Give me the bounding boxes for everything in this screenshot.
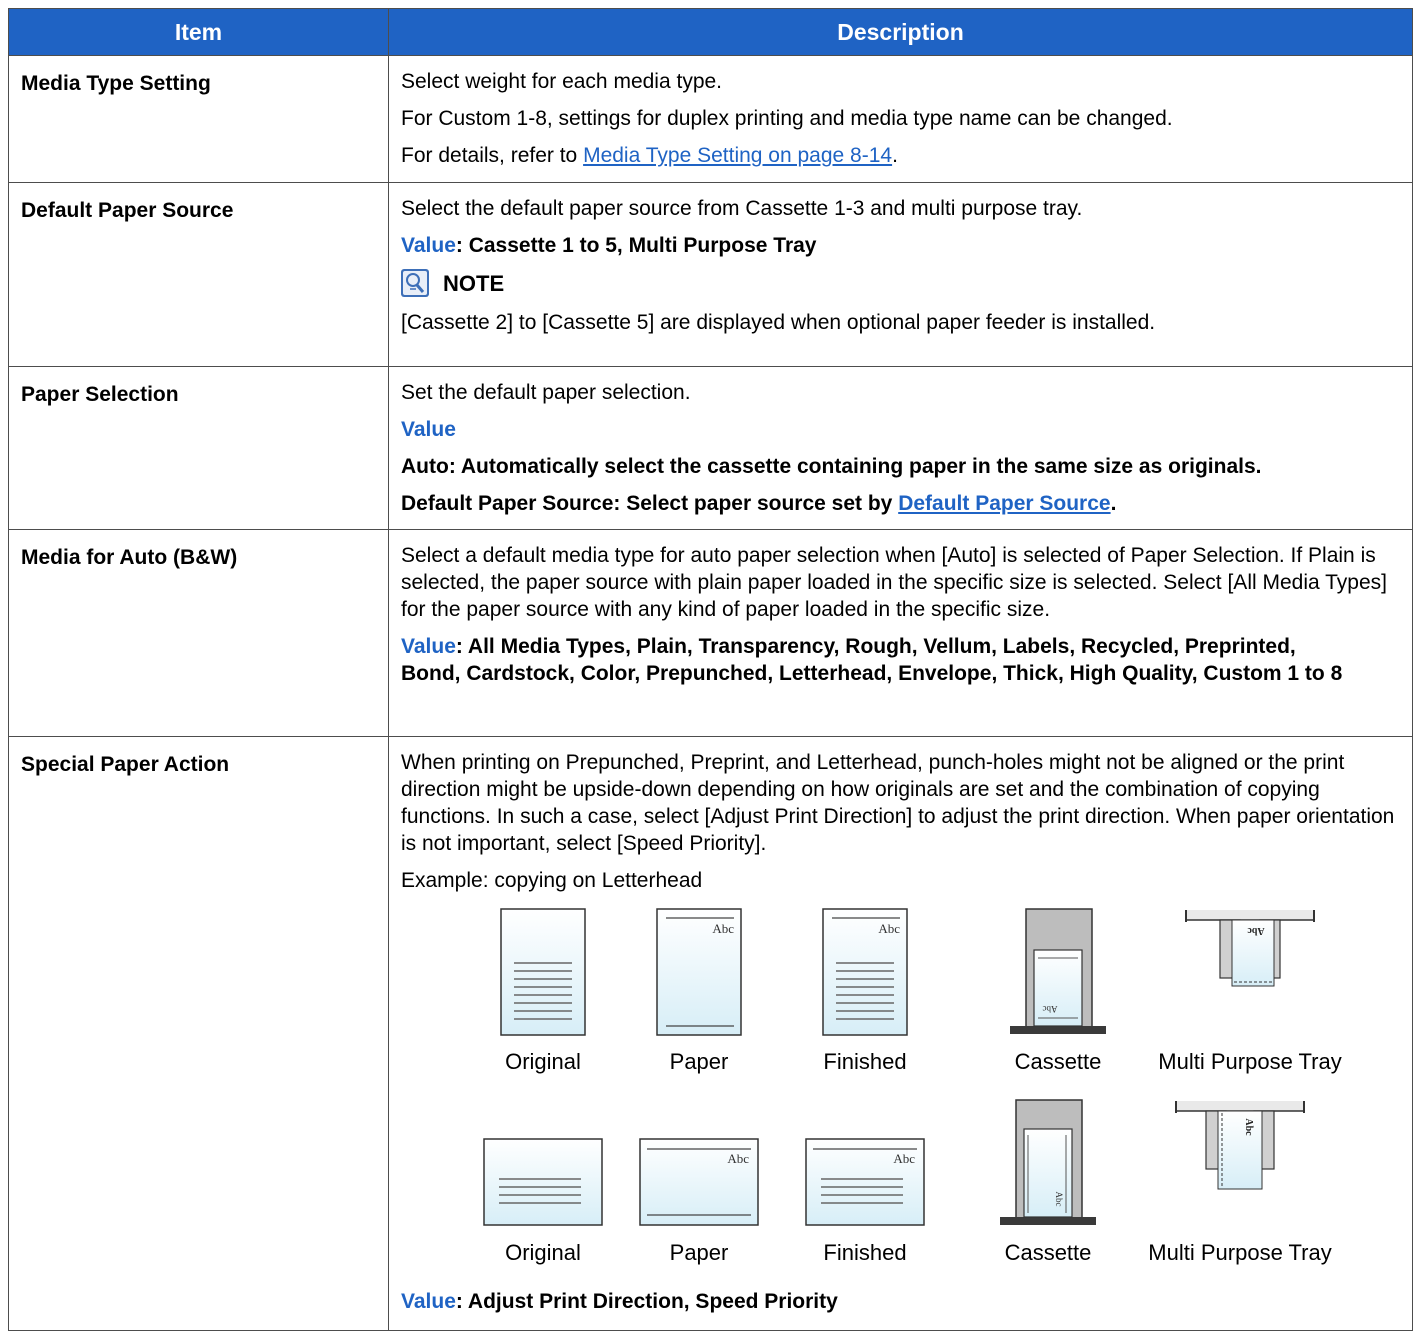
table-row: Media for Auto (B&W) Select a default me… (8, 529, 1413, 737)
figure-multi-purpose-tray: Abc Multi Purpose Tray (1145, 908, 1355, 1075)
figure-cassette: Abc Cassette (998, 1099, 1098, 1266)
value-default-source: Default Paper Source: Select paper sourc… (401, 490, 1406, 517)
figure-paper: Abc Paper (649, 908, 749, 1075)
mp-tray-portrait-illustration: Abc (1185, 910, 1315, 987)
figure-row-landscape: Original Abc Paper Abc Finished Abc Cass… (483, 1099, 1406, 1266)
abc-label: Abc (878, 921, 900, 936)
desc-line: Set the default paper selection. (401, 381, 691, 404)
desc-line: Select weight for each media type. (401, 70, 723, 93)
row-item-special-paper-action: Special Paper Action (8, 736, 389, 1331)
row-description: Select weight for each media type. For C… (388, 55, 1413, 183)
figure-multi-purpose-tray: Abc Multi Purpose Tray (1135, 1099, 1345, 1266)
caption-original: Original (505, 1240, 581, 1265)
abc-label: Abc (1043, 1004, 1058, 1014)
caption-cassette: Cassette (1014, 1049, 1102, 1074)
example-label: Example: copying on Letterhead (401, 869, 703, 892)
value-text: : Cassette 1 to 5, Multi Purpose Tray (455, 234, 817, 257)
paper-landscape-illustration: Abc (639, 1138, 759, 1226)
value-label: Value (401, 418, 456, 441)
figure-paper: Abc Paper (639, 1099, 759, 1266)
desc-line: For Custom 1-8, settings for duplex prin… (401, 107, 1173, 130)
row-item-paper-selection: Paper Selection (8, 366, 389, 530)
abc-label: Abc (1054, 1192, 1064, 1207)
table-row: Default Paper Source Select the default … (8, 182, 1413, 367)
row-item-media-type-setting: Media Type Setting (8, 55, 389, 183)
abc-label: Abc (727, 1151, 749, 1166)
figure-cassette: Abc Cassette (1008, 908, 1108, 1075)
caption-finished: Finished (823, 1240, 907, 1265)
desc-line: When printing on Prepunched, Preprint, a… (401, 751, 1395, 855)
caption-paper: Paper (669, 1049, 729, 1074)
cassette-portrait-illustration: Abc (1010, 908, 1106, 1034)
caption-multi-purpose-tray: Multi Purpose Tray (1148, 1240, 1332, 1265)
value-label: Value (401, 234, 456, 257)
default-paper-source-link[interactable]: Default Paper Source (898, 492, 1110, 515)
finished-landscape-illustration: Abc (805, 1138, 925, 1226)
abc-label: Abc (893, 1151, 915, 1166)
figure-original: Original (483, 1099, 603, 1266)
row-description: Select the default paper source from Cas… (388, 182, 1413, 367)
desc-line: Select a default media type for auto pap… (401, 544, 1387, 621)
ref-suffix: . (892, 144, 898, 167)
desc-reference: For details, refer to Media Type Setting… (401, 142, 1406, 169)
row-item-media-for-auto: Media for Auto (B&W) (8, 529, 389, 737)
value-line: Value: Adjust Print Direction, Speed Pri… (401, 1288, 1406, 1315)
source-suffix: . (1110, 492, 1117, 515)
figure-finished: Abc Finished (815, 908, 915, 1075)
original-portrait-illustration (500, 908, 586, 1036)
settings-table: Item Description Media Type Setting Sele… (8, 8, 1413, 1331)
value-text: : Adjust Print Direction, Speed Priority (455, 1290, 838, 1313)
note-header: NOTE (401, 269, 1406, 297)
value-auto: Auto: Automatically select the cassette … (401, 455, 1262, 478)
abc-label: Abc (1247, 925, 1265, 936)
value-text: : All Media Types, Plain, Transparency, … (401, 635, 1343, 685)
caption-finished: Finished (823, 1049, 907, 1074)
header-item: Item (8, 8, 389, 56)
value-line: Value: Cassette 1 to 5, Multi Purpose Tr… (401, 232, 1406, 259)
figure-row-portrait: Original Abc Paper Abc Finished Abc Cass… (483, 908, 1406, 1075)
caption-multi-purpose-tray: Multi Purpose Tray (1158, 1049, 1342, 1074)
lightbulb-note-icon (401, 269, 429, 297)
finished-portrait-illustration: Abc (822, 908, 908, 1036)
cassette-landscape-illustration: Abc (1000, 1099, 1096, 1225)
abc-label: Abc (712, 921, 734, 936)
caption-original: Original (505, 1049, 581, 1074)
figure-original: Original (483, 908, 603, 1075)
row-description: Set the default paper selection. Value A… (388, 366, 1413, 530)
figure-finished: Abc Finished (805, 1099, 925, 1266)
row-description: When printing on Prepunched, Preprint, a… (388, 736, 1413, 1331)
value-label: Value (401, 635, 456, 658)
value-line: Value: All Media Types, Plain, Transpare… (401, 633, 1406, 687)
mp-tray-landscape-illustration: Abc (1175, 1101, 1305, 1190)
source-prefix: Default Paper Source: Select paper sourc… (401, 492, 899, 515)
note-text: [Cassette 2] to [Cassette 5] are display… (401, 311, 1156, 334)
table-row: Paper Selection Set the default paper se… (8, 366, 1413, 530)
paper-portrait-illustration: Abc (656, 908, 742, 1036)
abc-label: Abc (1243, 1118, 1254, 1136)
header-description: Description (388, 8, 1413, 56)
ref-prefix: For details, refer to (401, 144, 584, 167)
table-header-row: Item Description (8, 8, 1413, 56)
table-row: Special Paper Action When printing on Pr… (8, 736, 1413, 1331)
original-landscape-illustration (483, 1138, 603, 1226)
media-type-setting-link[interactable]: Media Type Setting on page 8-14 (583, 144, 892, 167)
row-description: Select a default media type for auto pap… (388, 529, 1413, 737)
desc-line: Select the default paper source from Cas… (401, 197, 1083, 220)
table-row: Media Type Setting Select weight for eac… (8, 55, 1413, 183)
value-label: Value (401, 1290, 456, 1313)
note-title: NOTE (443, 270, 505, 296)
row-item-default-paper-source: Default Paper Source (8, 182, 389, 367)
caption-paper: Paper (669, 1240, 729, 1265)
caption-cassette: Cassette (1004, 1240, 1092, 1265)
